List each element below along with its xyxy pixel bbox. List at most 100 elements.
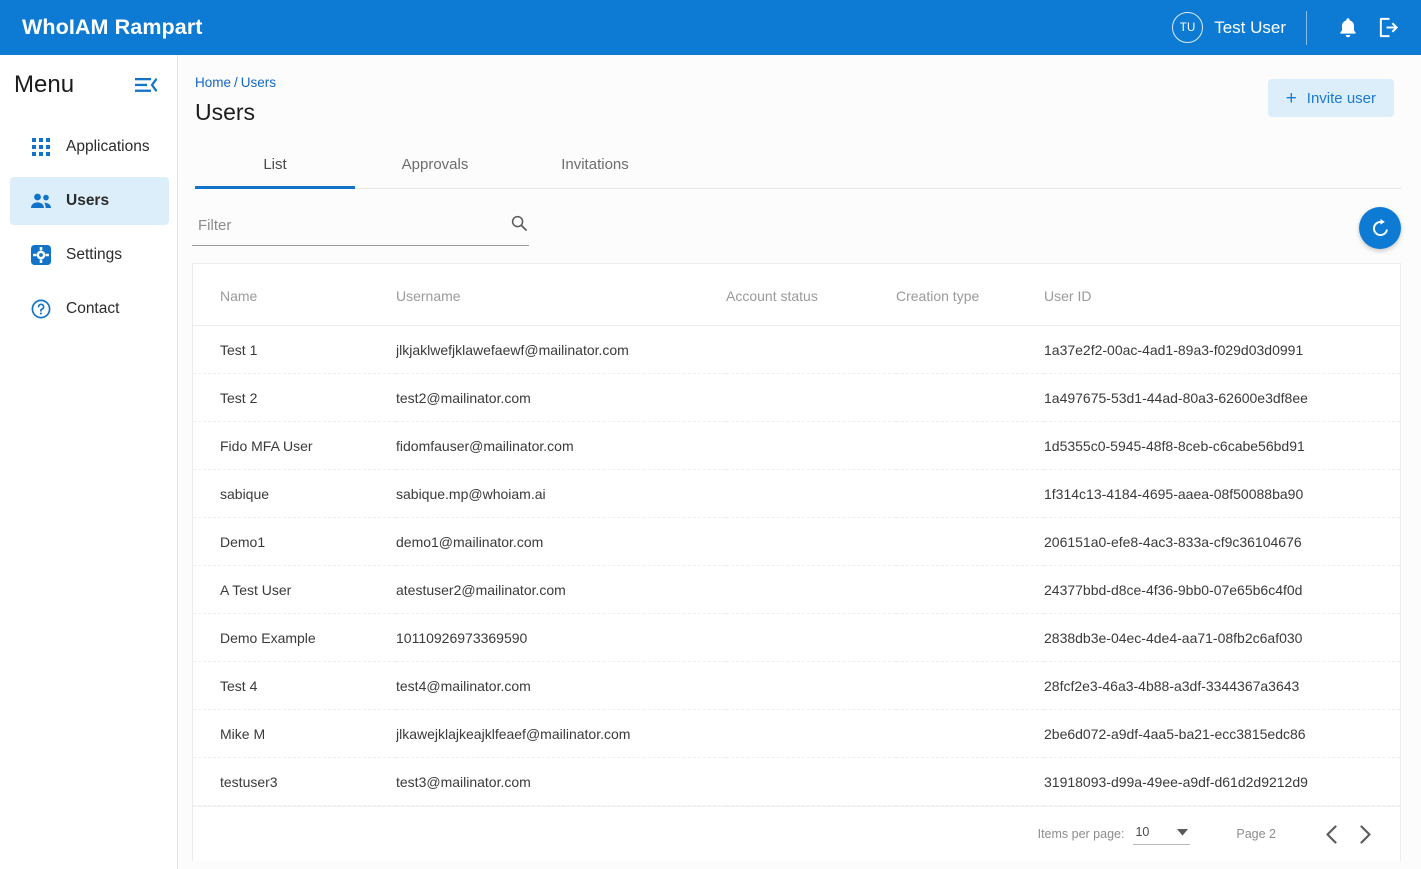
plus-icon: + [1286,89,1297,108]
main-content: Home/Users Users + Invite user List Appr… [178,55,1421,869]
cell-name: A Test User [193,566,396,614]
cell-user-id: 206151a0-efe8-4ac3-833a-cf9c36104676 [1044,518,1400,566]
cell-account-status [726,518,896,566]
column-header-user-id[interactable]: User ID [1044,264,1400,326]
cell-username: test4@mailinator.com [396,662,726,710]
cell-username: jlkjaklwefjklawefaewf@mailinator.com [396,326,726,374]
page-body: Menu [0,55,1421,869]
cell-account-status [726,614,896,662]
cell-name: Demo1 [193,518,396,566]
cell-creation-type [896,758,1044,806]
cell-name: Test 1 [193,326,396,374]
cell-creation-type [896,374,1044,422]
cell-name: Fido MFA User [193,422,396,470]
sidebar-item-users[interactable]: Users [10,177,169,225]
cell-user-id: 2be6d072-a9df-4aa5-ba21-ecc3815edc86 [1044,710,1400,758]
users-table: Name Username Account status Creation ty… [193,264,1400,806]
cell-creation-type [896,422,1044,470]
cell-name: testuser3 [193,758,396,806]
cell-username: atestuser2@mailinator.com [396,566,726,614]
previous-page-button[interactable] [1314,817,1348,851]
breadcrumb-separator: / [234,75,238,90]
cell-username: test2@mailinator.com [396,374,726,422]
table-row[interactable]: Demo1 demo1@mailinator.com 206151a0-efe8… [193,518,1400,566]
cell-creation-type [896,710,1044,758]
notifications-button[interactable] [1331,11,1365,45]
table-row[interactable]: Fido MFA User fidomfauser@mailinator.com… [193,422,1400,470]
cell-creation-type [896,518,1044,566]
table-row[interactable]: Test 1 jlkjaklwefjklawefaewf@mailinator.… [193,326,1400,374]
invite-user-button[interactable]: + Invite user [1268,79,1394,117]
sidebar-item-settings[interactable]: Settings [10,231,169,279]
table-row[interactable]: testuser3 test3@mailinator.com 31918093-… [193,758,1400,806]
cell-name: Demo Example [193,614,396,662]
filter-field[interactable] [192,211,529,246]
cell-account-status [726,710,896,758]
cell-account-status [726,422,896,470]
table-row[interactable]: Test 2 test2@mailinator.com 1a497675-53d… [193,374,1400,422]
title-block: Home/Users Users [192,75,1268,126]
table-row[interactable]: A Test User atestuser2@mailinator.com 24… [193,566,1400,614]
user-name-label[interactable]: Test User [1214,18,1286,38]
sidebar: Menu [0,55,178,869]
column-header-name[interactable]: Name [193,264,396,326]
cell-user-id: 1a497675-53d1-44ad-80a3-62600e3df8ee [1044,374,1400,422]
items-per-page-select[interactable]: 10 [1133,823,1190,845]
cell-creation-type [896,662,1044,710]
cell-username: 10110926973369590 [396,614,726,662]
cell-user-id: 1d5355c0-5945-48f8-8ceb-c6cabe56bd91 [1044,422,1400,470]
page-indicator: Page 2 [1236,827,1276,841]
logout-button[interactable] [1371,11,1405,45]
table-row[interactable]: Demo Example 10110926973369590 2838db3e-… [193,614,1400,662]
top-header-bar: WhoIAM Rampart TU Test User [0,0,1421,55]
apps-grid-icon [30,136,52,158]
cell-creation-type [896,614,1044,662]
sidebar-item-label: Contact [66,300,119,318]
main-header: Home/Users Users + Invite user List Appr… [178,55,1421,189]
filter-row [178,189,1421,263]
refresh-button[interactable] [1359,207,1401,249]
tab-list[interactable]: List [195,144,355,188]
cell-username: test3@mailinator.com [396,758,726,806]
tab-bar: List Approvals Invitations [195,144,1401,189]
menu-collapse-button[interactable] [135,77,157,93]
column-header-creation-type[interactable]: Creation type [896,264,1044,326]
app-root: WhoIAM Rampart TU Test User [0,0,1421,869]
cell-account-status [726,470,896,518]
column-header-account-status[interactable]: Account status [726,264,896,326]
column-header-username[interactable]: Username [396,264,726,326]
menu-collapse-icon [135,77,157,93]
next-page-button[interactable] [1348,817,1382,851]
title-and-action-row: Home/Users Users + Invite user [192,75,1401,126]
sidebar-item-contact[interactable]: Contact [10,285,169,333]
avatar[interactable]: TU [1172,12,1203,43]
gear-icon [30,244,52,266]
tab-invitations[interactable]: Invitations [515,144,675,188]
sidebar-title: Menu [14,71,74,99]
app-brand-title: WhoIAM Rampart [22,15,203,40]
cell-user-id: 31918093-d99a-49ee-a9df-d61d2d9212d9 [1044,758,1400,806]
search-input[interactable] [198,217,511,234]
search-icon[interactable] [511,215,527,236]
cell-user-id: 28fcf2e3-46a3-4b88-a3df-3344367a3643 [1044,662,1400,710]
sidebar-item-applications[interactable]: Applications [10,123,169,171]
cell-creation-type [896,566,1044,614]
breadcrumb-current[interactable]: Users [241,75,276,90]
users-table-card: Name Username Account status Creation ty… [192,263,1401,861]
table-row[interactable]: Test 4 test4@mailinator.com 28fcf2e3-46a… [193,662,1400,710]
breadcrumb-home[interactable]: Home [195,75,231,90]
breadcrumb: Home/Users [195,75,1268,90]
cell-user-id: 24377bbd-d8ce-4f36-9bb0-07e65b6c4f0d [1044,566,1400,614]
avatar-initials: TU [1180,22,1196,34]
cell-name: Test 2 [193,374,396,422]
cell-username: jlkawejklajkeajklfeaef@mailinator.com [396,710,726,758]
page-title: Users [195,99,1268,126]
tab-approvals[interactable]: Approvals [355,144,515,188]
cell-name: Test 4 [193,662,396,710]
cell-username: sabique.mp@whoiam.ai [396,470,726,518]
table-row[interactable]: sabique sabique.mp@whoiam.ai 1f314c13-41… [193,470,1400,518]
header-divider [1306,11,1307,45]
table-row[interactable]: Mike M jlkawejklajkeajklfeaef@mailinator… [193,710,1400,758]
invite-user-label: Invite user [1307,90,1376,107]
cell-account-status [726,566,896,614]
